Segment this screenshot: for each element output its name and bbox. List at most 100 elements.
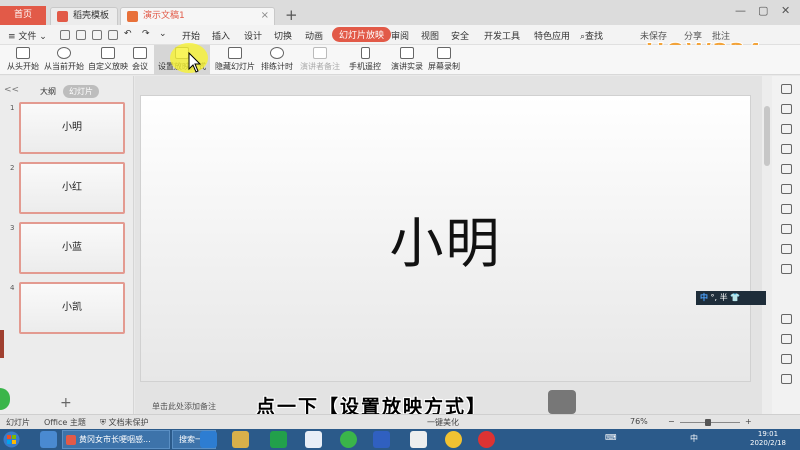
tray-language[interactable]: 中 xyxy=(690,433,698,444)
mail-icon[interactable] xyxy=(410,431,427,448)
chrome-icon[interactable] xyxy=(445,431,462,448)
new-tab-button[interactable]: + xyxy=(285,7,298,23)
preview-icon[interactable] xyxy=(108,30,118,40)
sidebar-tool-icon[interactable] xyxy=(781,144,792,154)
scrollbar-thumb[interactable] xyxy=(764,106,770,166)
play-icon xyxy=(16,47,30,59)
add-slide-button[interactable]: + xyxy=(60,395,72,411)
taskbar-app-icon[interactable] xyxy=(40,431,57,448)
meeting-button[interactable]: 会议 xyxy=(129,45,151,75)
tab-presentation[interactable]: 演示文稿1 × xyxy=(120,7,275,25)
word-icon[interactable] xyxy=(373,431,390,448)
sidebar-tool-icon[interactable] xyxy=(781,124,792,134)
file-menu[interactable]: ≡ 文件 ⌄ xyxy=(8,29,47,42)
chat-icon[interactable] xyxy=(340,431,357,448)
rehearse-timing-button[interactable]: 排练计时 xyxy=(258,45,296,75)
slide-title-text[interactable]: 小明 xyxy=(141,96,750,381)
maximize-icon[interactable]: ▢ xyxy=(758,4,768,17)
sidebar-tool-icon[interactable] xyxy=(781,334,792,344)
protect-status[interactable]: ⛨ 文档未保护 xyxy=(100,417,149,428)
keyboard-icon[interactable]: ⌨ xyxy=(605,433,617,442)
sidebar-tool-icon[interactable] xyxy=(781,354,792,364)
theme-status: Office 主题 xyxy=(44,418,86,427)
sidebar-tool-icon[interactable] xyxy=(781,84,792,94)
close-tab-icon[interactable]: × xyxy=(261,8,269,24)
close-window-icon[interactable]: ✕ xyxy=(781,4,790,17)
camera-icon xyxy=(400,47,414,59)
tab-docer-templates[interactable]: 稻壳模板 xyxy=(50,7,118,25)
menu-developer[interactable]: 开发工具 xyxy=(484,29,520,42)
slide-number: 1 xyxy=(10,104,15,112)
shield-icon: ⛨ xyxy=(100,418,106,427)
zoom-out-icon[interactable]: − xyxy=(668,417,675,426)
slide-thumbnail[interactable]: 小蓝 xyxy=(19,222,125,274)
folder-icon[interactable] xyxy=(76,30,86,40)
sidebar-tool-icon[interactable] xyxy=(781,264,792,274)
sidebar-tool-icon[interactable] xyxy=(781,314,792,324)
zoom-slider-handle[interactable] xyxy=(705,419,711,426)
ie-icon[interactable] xyxy=(200,431,217,448)
tab-outline[interactable]: 大纲 xyxy=(40,86,56,97)
current-slide[interactable]: 小明 xyxy=(140,95,751,382)
sidebar-tool-icon[interactable] xyxy=(781,184,792,194)
sidebar-tool-icon[interactable] xyxy=(781,224,792,234)
sidebar-tool-icon[interactable] xyxy=(781,374,792,384)
sidebar-tool-icon[interactable] xyxy=(781,104,792,114)
tab-slides[interactable]: 幻灯片 xyxy=(63,85,99,98)
windows-start-icon[interactable] xyxy=(3,431,20,448)
spreadsheet-icon[interactable] xyxy=(270,431,287,448)
tab-home[interactable]: 首页 xyxy=(0,6,46,25)
menu-view[interactable]: 视图 xyxy=(421,29,439,42)
play-from-start-button[interactable]: 从头开始 xyxy=(4,45,42,75)
screen-record-button[interactable]: 屏幕录制 xyxy=(426,45,462,75)
menu-special[interactable]: 特色应用 xyxy=(534,29,570,42)
slide-thumbnail[interactable]: 小红 xyxy=(19,162,125,214)
button-label: 自定义放映 xyxy=(88,62,128,71)
presenter-notes-button[interactable]: 演讲者备注 xyxy=(299,45,341,75)
custom-show-button[interactable]: 自定义放映 xyxy=(87,45,129,75)
minimize-icon[interactable]: — xyxy=(735,4,746,17)
slide-thumbnail[interactable]: 小凯 xyxy=(19,282,125,334)
play-from-current-button[interactable]: 从当前开始 xyxy=(42,45,86,75)
sidebar-tool-icon[interactable] xyxy=(781,244,792,254)
quick-access-dropdown-icon[interactable]: ⌄ xyxy=(159,29,167,39)
speech-record-button[interactable]: 演讲实录 xyxy=(390,45,424,75)
custom-show-icon xyxy=(101,47,115,59)
search-button[interactable]: ⌕查找 xyxy=(580,29,603,42)
redo-icon[interactable]: ↷ xyxy=(142,29,150,39)
menu-security[interactable]: 安全 xyxy=(451,29,469,42)
ribbon-toolbar: 从头开始 从当前开始 自定义放映 会议 设置放映方式 隐藏幻灯片 排练计时 演讲… xyxy=(0,45,800,75)
menu-transition[interactable]: 切换 xyxy=(274,29,292,42)
notes-icon xyxy=(313,47,327,59)
taskbar-browser-window[interactable]: 黄冈女市长哽咽感... xyxy=(62,430,170,449)
undo-icon[interactable]: ↶ xyxy=(124,29,132,39)
record-icon[interactable] xyxy=(478,431,495,448)
menu-insert[interactable]: 插入 xyxy=(212,29,230,42)
print-icon[interactable] xyxy=(92,30,102,40)
subtitle-logo-icon xyxy=(548,390,576,414)
vertical-scrollbar[interactable] xyxy=(762,76,772,414)
menu-animation[interactable]: 动画 xyxy=(305,29,323,42)
zoom-in-icon[interactable]: + xyxy=(745,417,752,426)
collapse-pane-icon[interactable]: << xyxy=(4,85,19,95)
beautify-button[interactable]: 一键美化 xyxy=(427,417,459,428)
sidebar-tool-icon[interactable] xyxy=(781,164,792,174)
zoom-level[interactable]: 76% xyxy=(630,417,648,426)
button-label: 屏幕录制 xyxy=(428,62,460,71)
status-bar: 幻灯片 Office 主题 ⛨ 文档未保护 一键美化 76% − + xyxy=(0,414,800,429)
phone-remote-button[interactable]: 手机遥控 xyxy=(346,45,384,75)
save-icon[interactable] xyxy=(60,30,70,40)
hide-slide-button[interactable]: 隐藏幻灯片 xyxy=(214,45,256,75)
clock-time: 19:01 xyxy=(757,430,779,438)
system-clock[interactable]: 19:01 2020/2/18 xyxy=(750,430,786,448)
menu-start[interactable]: 开始 xyxy=(182,29,200,42)
cloud-icon[interactable] xyxy=(305,431,322,448)
screen-record-icon xyxy=(437,47,451,59)
slide-thumbnail[interactable]: 小明 xyxy=(19,102,125,154)
sidebar-tool-icon[interactable] xyxy=(781,204,792,214)
menu-design[interactable]: 设计 xyxy=(244,29,262,42)
ime-toolbar[interactable]: 中 °, 半 👕 xyxy=(696,291,766,305)
menu-review[interactable]: 审阅 xyxy=(391,29,409,42)
folder-icon[interactable] xyxy=(232,431,249,448)
menu-slideshow[interactable]: 幻灯片放映 xyxy=(332,27,392,42)
